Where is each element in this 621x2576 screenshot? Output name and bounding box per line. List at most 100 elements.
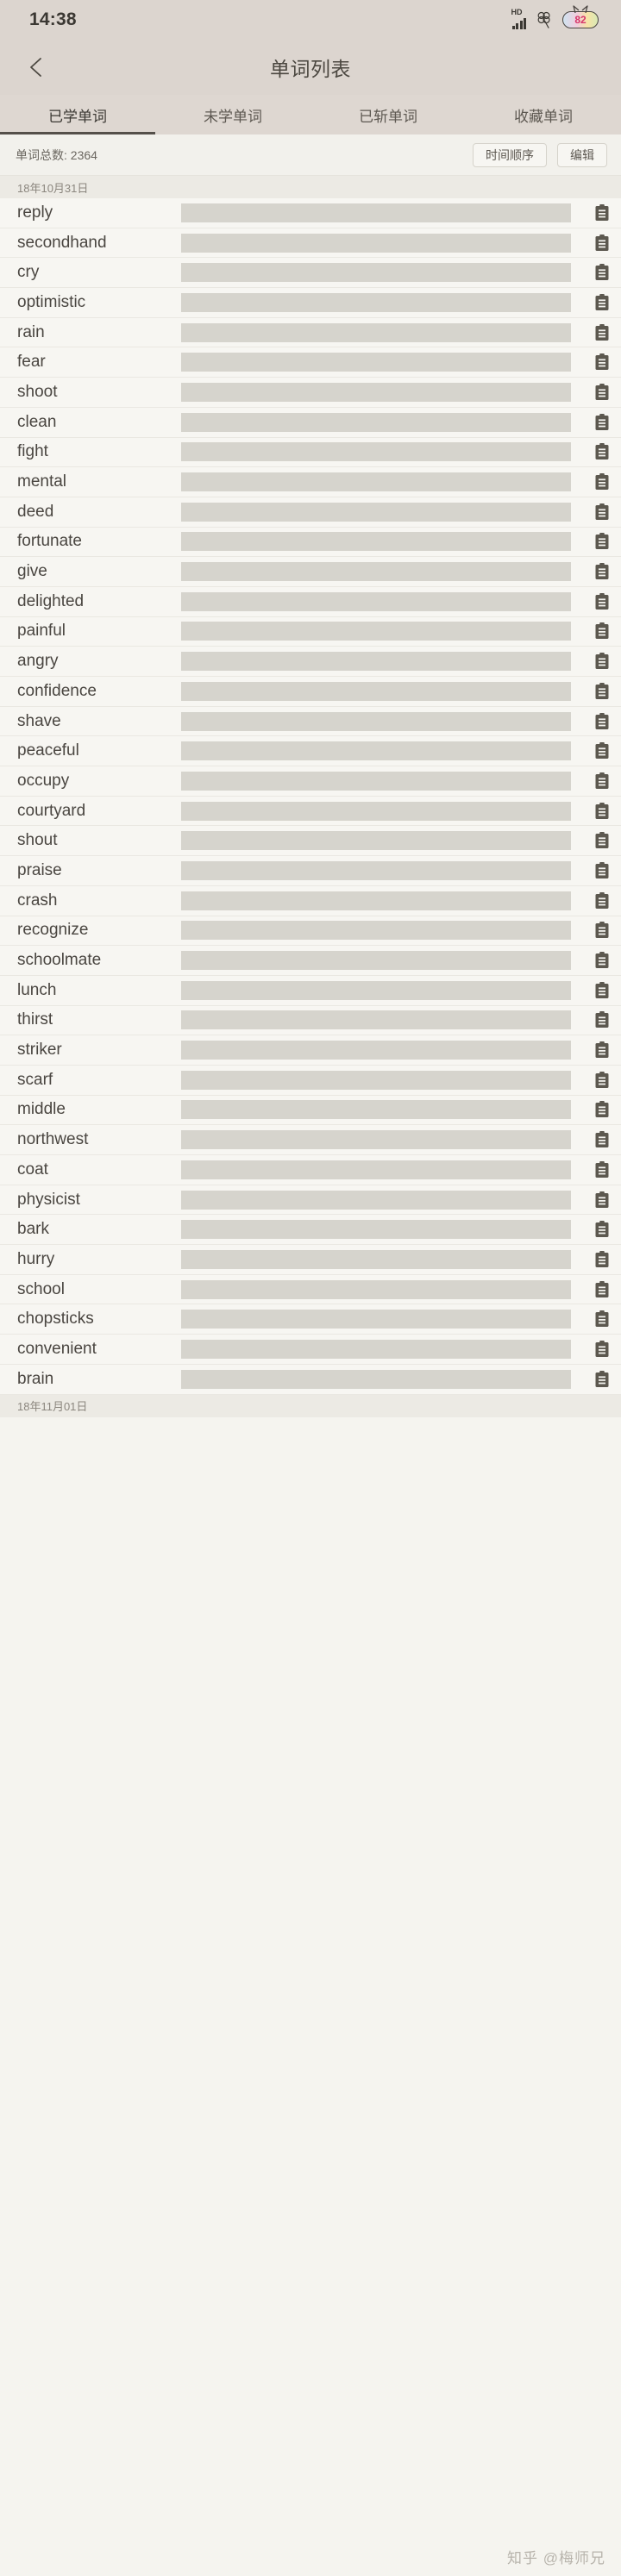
- hidden-definition-bar[interactable]: [181, 382, 571, 402]
- word-row[interactable]: recognize: [0, 916, 621, 947]
- note-button[interactable]: [583, 802, 621, 821]
- note-button[interactable]: [583, 234, 621, 253]
- word-row[interactable]: angry: [0, 647, 621, 677]
- hidden-definition-bar[interactable]: [181, 502, 571, 522]
- note-button[interactable]: [583, 652, 621, 671]
- word-row[interactable]: school: [0, 1274, 621, 1305]
- hidden-definition-bar[interactable]: [181, 681, 571, 701]
- word-row[interactable]: confidence: [0, 677, 621, 707]
- hidden-definition-bar[interactable]: [181, 1100, 571, 1120]
- hidden-definition-bar[interactable]: [181, 203, 571, 222]
- word-row[interactable]: schoolmate: [0, 946, 621, 976]
- word-row[interactable]: coat: [0, 1155, 621, 1185]
- hidden-definition-bar[interactable]: [181, 622, 571, 641]
- note-button[interactable]: [583, 592, 621, 611]
- word-row[interactable]: chopsticks: [0, 1304, 621, 1335]
- note-button[interactable]: [583, 682, 621, 701]
- word-row[interactable]: brain: [0, 1364, 621, 1395]
- hidden-definition-bar[interactable]: [181, 771, 571, 791]
- note-button[interactable]: [583, 1250, 621, 1269]
- note-button[interactable]: [583, 1160, 621, 1179]
- hidden-definition-bar[interactable]: [181, 860, 571, 880]
- hidden-definition-bar[interactable]: [181, 711, 571, 731]
- note-button[interactable]: [583, 1130, 621, 1149]
- word-row[interactable]: convenient: [0, 1335, 621, 1365]
- word-row[interactable]: shoot: [0, 378, 621, 408]
- tab-slashed-words[interactable]: 已斩单词: [310, 95, 466, 134]
- note-button[interactable]: [583, 1310, 621, 1329]
- note-button[interactable]: [583, 532, 621, 551]
- note-button[interactable]: [583, 861, 621, 880]
- note-button[interactable]: [583, 891, 621, 910]
- word-row[interactable]: striker: [0, 1035, 621, 1066]
- hidden-definition-bar[interactable]: [181, 921, 571, 941]
- note-button[interactable]: [583, 323, 621, 342]
- note-button[interactable]: [583, 712, 621, 731]
- word-row[interactable]: shave: [0, 706, 621, 737]
- word-row[interactable]: crash: [0, 885, 621, 916]
- note-button[interactable]: [583, 772, 621, 791]
- word-row[interactable]: optimistic: [0, 288, 621, 318]
- tab-favorite-words[interactable]: 收藏单词: [466, 95, 621, 134]
- note-button[interactable]: [583, 293, 621, 312]
- word-row[interactable]: shout: [0, 826, 621, 857]
- hidden-definition-bar[interactable]: [181, 1130, 571, 1150]
- hidden-definition-bar[interactable]: [181, 263, 571, 283]
- word-row[interactable]: reply: [0, 198, 621, 228]
- word-row[interactable]: physicist: [0, 1185, 621, 1216]
- hidden-definition-bar[interactable]: [181, 1220, 571, 1240]
- hidden-definition-bar[interactable]: [181, 562, 571, 582]
- hidden-definition-bar[interactable]: [181, 951, 571, 971]
- word-row[interactable]: bark: [0, 1215, 621, 1246]
- word-row[interactable]: fortunate: [0, 527, 621, 558]
- hidden-definition-bar[interactable]: [181, 292, 571, 312]
- word-row[interactable]: lunch: [0, 975, 621, 1006]
- note-button[interactable]: [583, 263, 621, 282]
- word-row[interactable]: mental: [0, 467, 621, 497]
- note-button[interactable]: [583, 951, 621, 970]
- note-button[interactable]: [583, 1340, 621, 1359]
- note-button[interactable]: [583, 472, 621, 491]
- hidden-definition-bar[interactable]: [181, 1310, 571, 1329]
- hidden-definition-bar[interactable]: [181, 652, 571, 672]
- note-button[interactable]: [583, 1191, 621, 1210]
- note-button[interactable]: [583, 622, 621, 641]
- word-row[interactable]: praise: [0, 856, 621, 886]
- note-button[interactable]: [583, 1100, 621, 1119]
- note-button[interactable]: [583, 442, 621, 461]
- word-row[interactable]: rain: [0, 317, 621, 348]
- note-button[interactable]: [583, 503, 621, 522]
- edit-button[interactable]: 编辑: [557, 142, 607, 167]
- note-button[interactable]: [583, 921, 621, 940]
- word-row[interactable]: clean: [0, 407, 621, 438]
- note-button[interactable]: [583, 1370, 621, 1389]
- hidden-definition-bar[interactable]: [181, 1070, 571, 1090]
- tab-unlearned-words[interactable]: 未学单词: [155, 95, 310, 134]
- note-button[interactable]: [583, 413, 621, 432]
- hidden-definition-bar[interactable]: [181, 442, 571, 462]
- word-row[interactable]: scarf: [0, 1065, 621, 1096]
- hidden-definition-bar[interactable]: [181, 741, 571, 761]
- hidden-definition-bar[interactable]: [181, 1041, 571, 1060]
- word-row[interactable]: fight: [0, 437, 621, 468]
- word-row[interactable]: cry: [0, 258, 621, 289]
- word-list[interactable]: 18年10月31日 reply secondhand cry optimistic rai…: [0, 176, 621, 2576]
- hidden-definition-bar[interactable]: [181, 472, 571, 492]
- note-button[interactable]: [583, 981, 621, 1000]
- word-row[interactable]: northwest: [0, 1125, 621, 1155]
- hidden-definition-bar[interactable]: [181, 891, 571, 910]
- sort-by-time-button[interactable]: 时间顺序: [473, 142, 547, 167]
- hidden-definition-bar[interactable]: [181, 412, 571, 432]
- hidden-definition-bar[interactable]: [181, 1160, 571, 1179]
- hidden-definition-bar[interactable]: [181, 1249, 571, 1269]
- word-row[interactable]: fear: [0, 347, 621, 378]
- note-button[interactable]: [583, 383, 621, 402]
- note-button[interactable]: [583, 353, 621, 372]
- hidden-definition-bar[interactable]: [181, 532, 571, 552]
- word-row[interactable]: hurry: [0, 1245, 621, 1275]
- word-row[interactable]: give: [0, 557, 621, 587]
- hidden-definition-bar[interactable]: [181, 233, 571, 253]
- note-button[interactable]: [583, 203, 621, 222]
- note-button[interactable]: [583, 1280, 621, 1299]
- hidden-definition-bar[interactable]: [181, 353, 571, 372]
